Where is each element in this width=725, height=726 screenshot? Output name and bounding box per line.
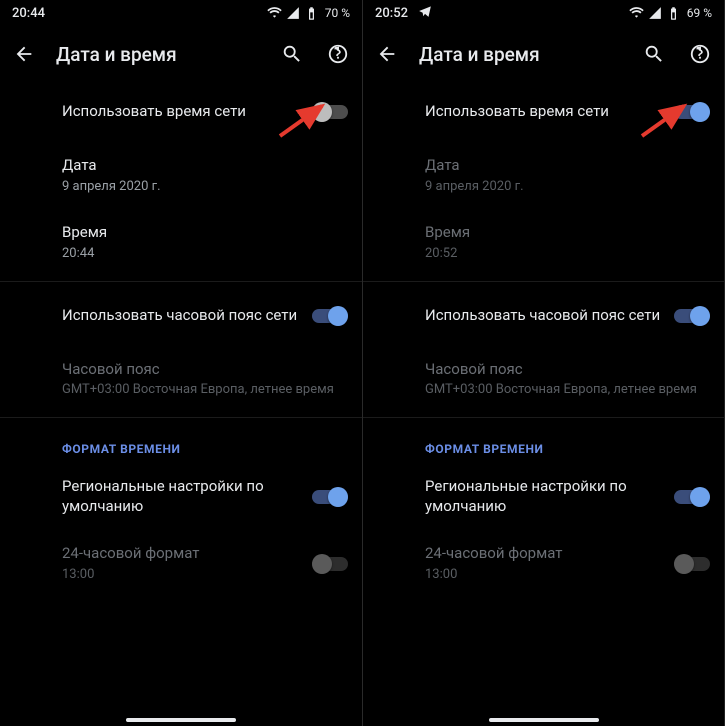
- row-regional-default[interactable]: Региональные настройки по умолчанию: [363, 463, 724, 530]
- battery-percent: 70 %: [325, 6, 350, 20]
- row-regional-default[interactable]: Региональные настройки по умолчанию: [0, 463, 362, 530]
- search-button[interactable]: [640, 40, 668, 68]
- row-time[interactable]: Время 20:44: [0, 209, 362, 276]
- divider: [0, 417, 362, 418]
- help-button[interactable]: [324, 40, 352, 68]
- row-value: GMT+03:00 Восточная Европа, летнее время: [425, 382, 706, 399]
- row-value: 9 апреля 2020 г.: [425, 179, 706, 196]
- phone-pane-1: 20:52 69 % Дата и время Использовать вре…: [362, 0, 724, 726]
- phone-pane-0: 20:44 70 % Дата и время Использовать вре…: [0, 0, 362, 726]
- gesture-nav-bar[interactable]: [489, 718, 599, 722]
- wifi-icon: [629, 6, 644, 21]
- settings-list: Использовать время сети Дата 9 апреля 20…: [363, 82, 724, 598]
- divider: [0, 281, 362, 282]
- divider: [363, 417, 724, 418]
- row-label: Дата: [425, 156, 706, 176]
- toggle-switch[interactable]: [674, 306, 710, 326]
- row-use-network-time[interactable]: Использовать время сети: [0, 82, 362, 142]
- row-label: Время: [425, 223, 706, 243]
- toggle-switch[interactable]: [312, 102, 348, 122]
- status-time: 20:52: [375, 6, 408, 21]
- row-value: 13:00: [425, 567, 664, 584]
- telegram-icon: [418, 4, 432, 22]
- toggle-switch: [312, 554, 348, 574]
- row-label: Дата: [62, 156, 344, 176]
- row-timezone: Часовой пояс GMT+03:00 Восточная Европа,…: [0, 346, 362, 413]
- row-value: 9 апреля 2020 г.: [62, 179, 344, 196]
- row-value: GMT+03:00 Восточная Европа, летнее время: [62, 382, 344, 399]
- row-label: Использовать время сети: [62, 102, 302, 122]
- row-label: Региональные настройки по умолчанию: [62, 477, 302, 516]
- row-date[interactable]: Дата 9 апреля 2020 г.: [0, 142, 362, 209]
- toggle-switch[interactable]: [674, 487, 710, 507]
- back-button[interactable]: [10, 40, 38, 68]
- switch-thumb: [690, 102, 710, 122]
- back-button[interactable]: [373, 40, 401, 68]
- status-bar: 20:52 69 %: [363, 0, 724, 26]
- row-label: Региональные настройки по умолчанию: [425, 477, 664, 516]
- row-use-network-time[interactable]: Использовать время сети: [363, 82, 724, 142]
- app-bar: Дата и время: [363, 26, 724, 82]
- wifi-icon: [267, 6, 282, 21]
- row-label: Часовой пояс: [62, 360, 344, 380]
- row-value: 20:44: [62, 246, 344, 263]
- row-label: 24-часовой формат: [62, 544, 302, 564]
- divider: [363, 281, 724, 282]
- row-24h-format: 24-часовой формат 13:00: [0, 530, 362, 597]
- switch-thumb: [674, 554, 694, 574]
- switch-thumb: [328, 487, 348, 507]
- switch-thumb: [312, 102, 332, 122]
- battery-percent: 69 %: [687, 6, 712, 20]
- row-label: 24-часовой формат: [425, 544, 664, 564]
- switch-thumb: [690, 487, 710, 507]
- row-time: Время 20:52: [363, 209, 724, 276]
- row-timezone: Часовой пояс GMT+03:00 Восточная Европа,…: [363, 346, 724, 413]
- status-icons: 69 %: [629, 6, 712, 21]
- row-label: Использовать часовой пояс сети: [425, 306, 664, 326]
- toggle-switch: [674, 554, 710, 574]
- page-title: Дата и время: [56, 43, 260, 66]
- switch-thumb: [690, 306, 710, 326]
- row-label: Время: [62, 223, 344, 243]
- signal-icon: [286, 6, 300, 20]
- row-use-network-tz[interactable]: Использовать часовой пояс сети: [0, 286, 362, 346]
- toggle-switch[interactable]: [312, 306, 348, 326]
- status-time: 20:44: [12, 6, 45, 21]
- settings-list: Использовать время сети Дата 9 апреля 20…: [0, 82, 362, 598]
- status-icons: 70 %: [267, 6, 350, 21]
- row-use-network-tz[interactable]: Использовать часовой пояс сети: [363, 286, 724, 346]
- switch-thumb: [328, 306, 348, 326]
- help-button[interactable]: [686, 40, 714, 68]
- section-header-time-format: ФОРМАТ ВРЕМЕНИ: [363, 422, 724, 463]
- row-label: Использовать часовой пояс сети: [62, 306, 302, 326]
- page-title: Дата и время: [419, 43, 622, 66]
- search-button[interactable]: [278, 40, 306, 68]
- gesture-nav-bar[interactable]: [126, 718, 236, 722]
- row-label: Часовой пояс: [425, 360, 706, 380]
- battery-icon: [666, 6, 681, 21]
- toggle-switch[interactable]: [312, 487, 348, 507]
- switch-thumb: [312, 554, 332, 574]
- battery-icon: [304, 6, 319, 21]
- row-24h-format: 24-часовой формат 13:00: [363, 530, 724, 597]
- section-header-time-format: ФОРМАТ ВРЕМЕНИ: [0, 422, 362, 463]
- app-bar: Дата и время: [0, 26, 362, 82]
- toggle-switch[interactable]: [674, 102, 710, 122]
- row-value: 13:00: [62, 567, 302, 584]
- row-label: Использовать время сети: [425, 102, 664, 122]
- row-value: 20:52: [425, 246, 706, 263]
- signal-icon: [648, 6, 662, 20]
- row-date: Дата 9 апреля 2020 г.: [363, 142, 724, 209]
- status-bar: 20:44 70 %: [0, 0, 362, 26]
